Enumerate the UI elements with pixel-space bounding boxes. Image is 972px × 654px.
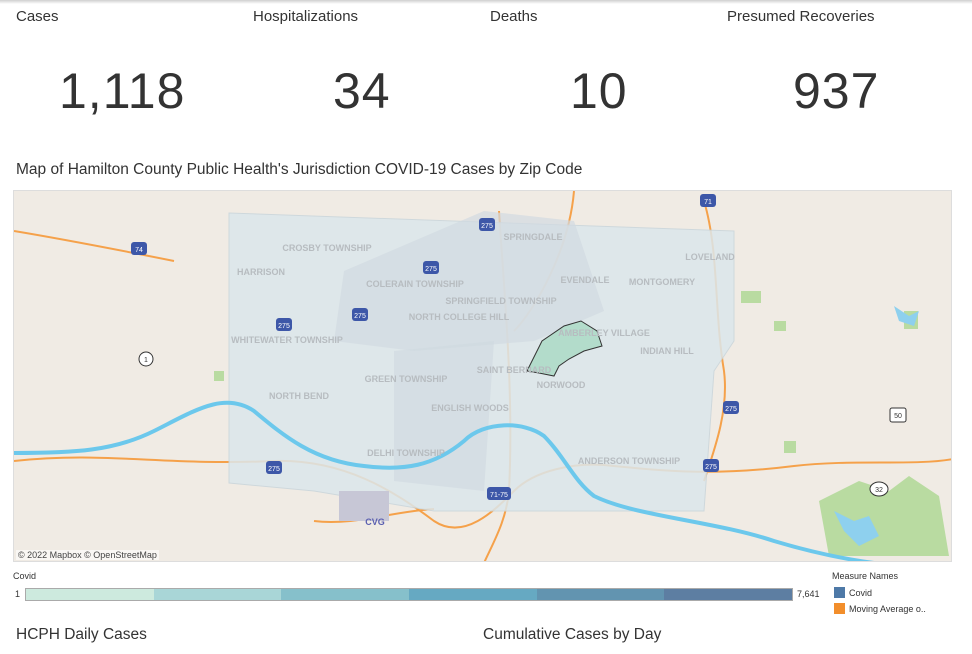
place-label: DELHI TOWNSHIP (367, 448, 445, 458)
map-attribution[interactable]: © 2022 Mapbox © OpenStreetMap (16, 550, 159, 560)
legend-item-moving-average[interactable]: Moving Average o.. (834, 603, 926, 614)
place-label: INDIAN HILL (640, 346, 694, 356)
svg-text:71-75: 71-75 (490, 492, 508, 499)
ramp-step (26, 589, 154, 600)
ramp-step (153, 589, 282, 600)
map-title: Map of Hamilton County Public Health's J… (16, 161, 583, 178)
interstate-shield-icon: 275 (723, 401, 739, 414)
place-label: MONTGOMERY (629, 277, 695, 287)
place-label: LOVELAND (685, 252, 735, 262)
ramp-step (536, 589, 665, 600)
interstate-shield-icon: 275 (703, 459, 719, 472)
place-label: GREEN TOWNSHIP (365, 374, 448, 384)
place-label: ANDERSON TOWNSHIP (578, 456, 680, 466)
color-legend-max: 7,641 (797, 589, 820, 599)
kpi-label: Cases (16, 8, 59, 25)
interstate-shield-icon: 71 (700, 194, 716, 207)
kpi-label: Hospitalizations (253, 8, 359, 25)
legend-item-covid[interactable]: Covid (834, 587, 872, 598)
svg-text:275: 275 (278, 323, 290, 330)
interstate-shield-icon: 275 (479, 218, 495, 231)
place-label: NORTH BEND (269, 391, 329, 401)
state-route-shield-icon: 1 (138, 351, 154, 367)
map-canvas[interactable]: CROSBY TOWNSHIP HARRISON COLERAIN TOWNSH… (14, 191, 952, 562)
svg-text:275: 275 (425, 266, 437, 273)
kpi-label: Deaths (490, 8, 538, 25)
cumulative-cases-title: Cumulative Cases by Day (483, 626, 662, 643)
svg-text:74: 74 (135, 247, 143, 254)
interstate-shield-icon: 275 (423, 261, 439, 274)
kpi-value: 1,118 (59, 63, 186, 119)
color-legend-min: 1 (15, 589, 21, 599)
ramp-step (664, 589, 793, 600)
zip-region[interactable] (394, 341, 494, 491)
place-label: SPRINGDALE (503, 232, 562, 242)
interstate-shield-icon: 275 (276, 318, 292, 331)
svg-text:275: 275 (354, 313, 366, 320)
svg-text:275: 275 (481, 223, 493, 230)
svg-text:1: 1 (144, 357, 148, 364)
legend-swatch (834, 603, 845, 614)
interstate-shield-icon: 275 (352, 308, 368, 321)
kpi-value: 10 (570, 63, 628, 119)
interstate-shield-icon: 74 (131, 242, 147, 255)
place-label: AMBERLEY VILLAGE (558, 328, 650, 338)
legend-label: Covid (849, 587, 873, 598)
color-ramp (25, 588, 793, 601)
daily-cases-title: HCPH Daily Cases (16, 626, 147, 643)
legend-label: Moving Average o.. (849, 603, 926, 614)
us-route-shield-icon: 50 (889, 407, 907, 423)
place-label: CROSBY TOWNSHIP (282, 243, 371, 253)
legend-swatch (834, 587, 845, 598)
place-label: SPRINGFIELD TOWNSHIP (445, 296, 556, 306)
place-label: ENGLISH WOODS (431, 403, 509, 413)
place-label: CVG (365, 517, 385, 527)
place-label: EVENDALE (560, 275, 609, 285)
interstate-shield-icon: 71-75 (487, 487, 511, 500)
place-label: NORWOOD (537, 380, 586, 390)
place-label: WHITEWATER TOWNSHIP (231, 335, 343, 345)
ramp-step (281, 589, 410, 600)
interstate-shield-icon: 275 (266, 461, 282, 474)
zip-code-map[interactable]: CROSBY TOWNSHIP HARRISON COLERAIN TOWNSH… (13, 190, 952, 562)
kpi-label: Presumed Recoveries (727, 8, 875, 25)
svg-text:275: 275 (705, 464, 717, 471)
svg-text:71: 71 (704, 199, 712, 206)
place-label: COLERAIN TOWNSHIP (366, 279, 464, 289)
color-legend-title: Covid (13, 571, 37, 581)
svg-text:32: 32 (875, 487, 883, 494)
place-label: SAINT BERNARD (477, 365, 552, 375)
svg-text:275: 275 (725, 406, 737, 413)
place-label: HARRISON (237, 267, 285, 277)
top-shadow (0, 0, 972, 4)
kpi-value: 34 (333, 63, 391, 119)
svg-text:50: 50 (894, 413, 902, 420)
svg-text:275: 275 (268, 466, 280, 473)
kpi-value: 937 (793, 63, 880, 119)
place-label: NORTH COLLEGE HILL (409, 312, 510, 322)
ramp-step (409, 589, 537, 600)
measure-legend-title: Measure Names (832, 571, 899, 581)
state-route-shield-icon: 32 (869, 481, 889, 497)
